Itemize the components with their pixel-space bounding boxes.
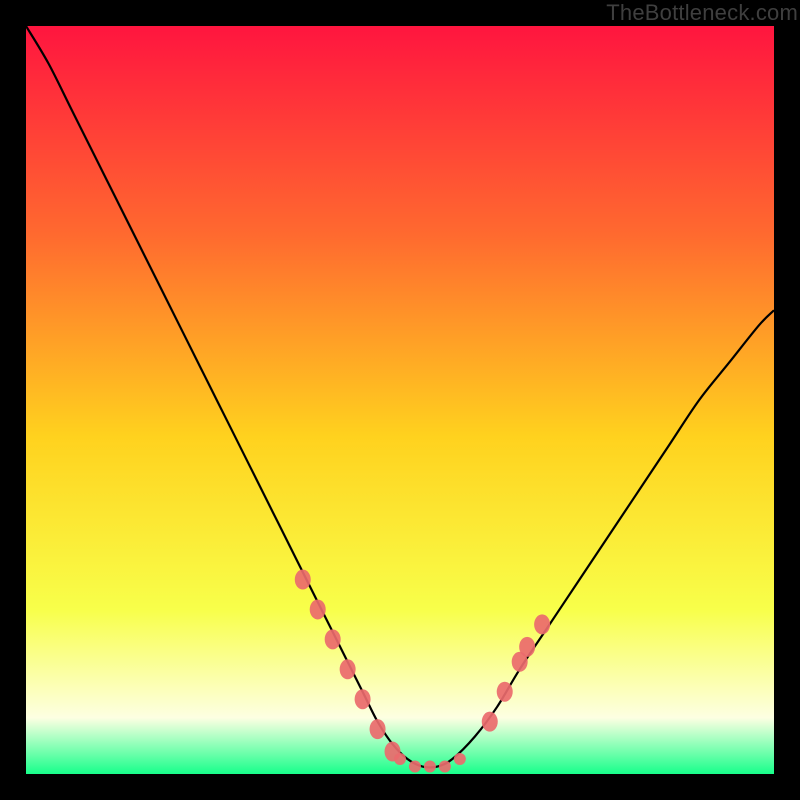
curve-marker xyxy=(355,689,371,709)
curve-marker xyxy=(439,761,451,773)
curve-marker xyxy=(340,659,356,679)
curve-marker xyxy=(519,637,535,657)
curve-marker xyxy=(454,753,466,765)
curve-marker xyxy=(409,761,421,773)
curve-marker xyxy=(534,614,550,634)
curve-marker xyxy=(325,629,341,649)
chart-frame xyxy=(26,26,774,774)
curve-marker xyxy=(295,570,311,590)
watermark-text: TheBottleneck.com xyxy=(606,0,798,26)
curve-marker xyxy=(394,753,406,765)
gradient-background xyxy=(26,26,774,774)
curve-marker xyxy=(370,719,386,739)
bottleneck-chart xyxy=(26,26,774,774)
curve-marker xyxy=(482,712,498,732)
curve-marker xyxy=(310,599,326,619)
curve-marker xyxy=(424,761,436,773)
curve-marker xyxy=(497,682,513,702)
